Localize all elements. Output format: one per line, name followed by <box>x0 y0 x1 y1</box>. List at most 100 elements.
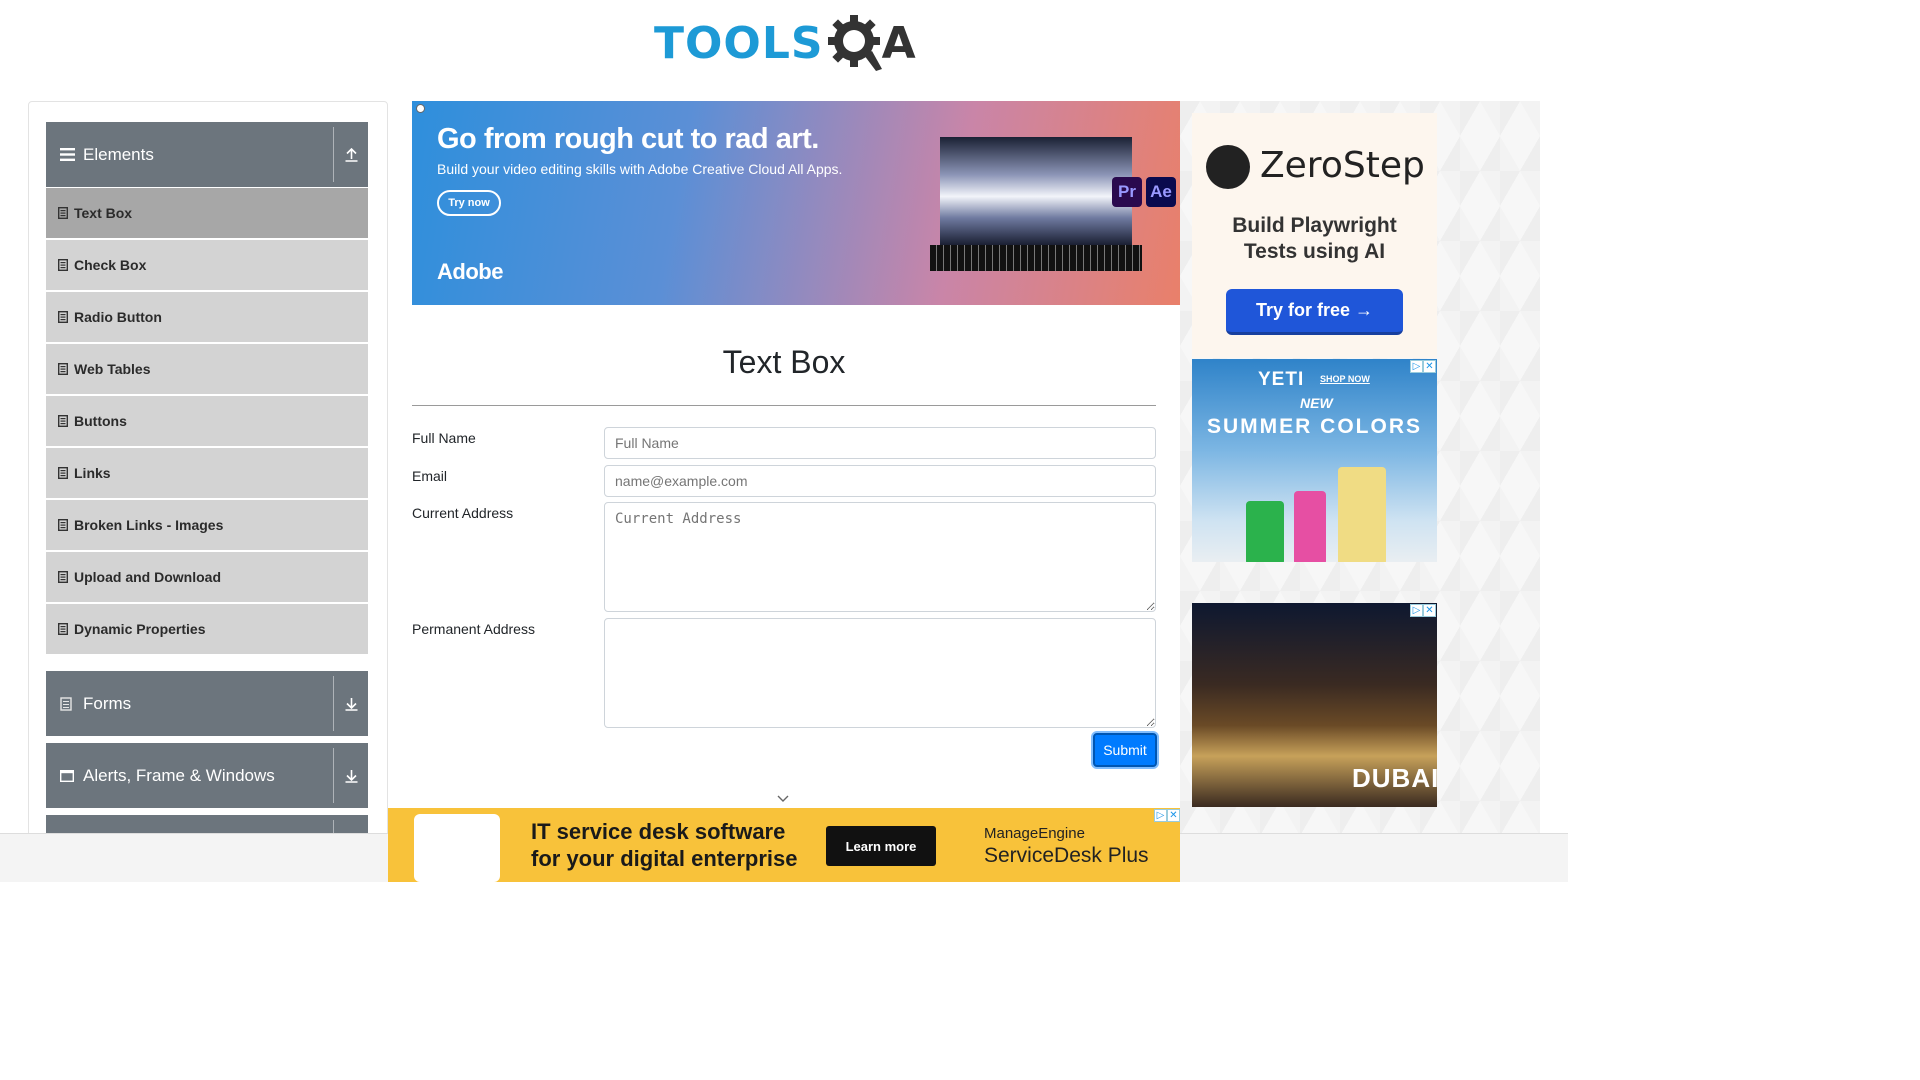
ad-illustration-image <box>414 814 500 882</box>
learn-more-button[interactable]: Learn more <box>826 826 936 866</box>
full-name-input[interactable] <box>604 427 1156 459</box>
green-tumbler-image <box>1246 501 1284 562</box>
sidebar-group-forms[interactable]: Forms <box>46 671 368 736</box>
sidebar-item-label: Dynamic Properties <box>74 621 206 637</box>
servicedesk-plus-brand: ServiceDesk Plus <box>984 844 1149 867</box>
yeti-title: SUMMER COLORS <box>1207 415 1422 438</box>
site-header: TOOLS A <box>0 0 1568 90</box>
sidebar-item-label: Buttons <box>74 413 127 429</box>
sidebar-group-label: Forms <box>83 693 132 713</box>
collapse-up-icon[interactable] <box>333 127 368 182</box>
email-input[interactable] <box>604 465 1156 497</box>
list-icon <box>58 415 68 427</box>
sidebar-item-label: Radio Button <box>74 309 162 325</box>
close-icon[interactable]: ✕ <box>1423 360 1436 373</box>
servicedesk-ad[interactable]: ▷ ✕ IT service desk software for your dig… <box>388 808 1180 882</box>
list-icon <box>58 207 68 219</box>
after-effects-icon: Ae <box>1146 177 1176 207</box>
current-address-textarea[interactable] <box>604 502 1156 612</box>
yeti-shop-now-link[interactable]: SHOP NOW <box>1320 374 1370 384</box>
hamburger-icon <box>60 148 78 161</box>
sidebar-item-web-tables[interactable]: Web Tables <box>46 344 368 394</box>
sidebar-item-label: Broken Links - Images <box>74 517 224 533</box>
zerostep-tagline-line2: Tests using AI <box>1243 240 1386 263</box>
sidebar-item-buttons[interactable]: Buttons <box>46 396 368 446</box>
list-icon <box>58 311 68 323</box>
sidebar: Elements Text Box Check Box Radio Button… <box>28 101 388 841</box>
pink-bottle-image <box>1294 491 1326 562</box>
yellow-mug-image <box>1338 467 1386 562</box>
sidebar-group-elements[interactable]: Elements <box>46 122 368 187</box>
gear-q-icon <box>827 15 882 71</box>
full-name-label: Full Name <box>412 430 476 446</box>
ad-close-controls[interactable]: ▷ ✕ <box>1154 809 1180 822</box>
logo-text-tools: TOOLS <box>654 17 824 69</box>
window-icon <box>60 769 78 782</box>
ad-headline: Go from rough cut to rad art. <box>437 123 819 155</box>
ad-choices-icon[interactable] <box>416 104 425 113</box>
manageengine-brand: ManageEngine <box>984 825 1085 842</box>
dubai-ad[interactable]: ▷ ✕ DUBAI <box>1192 603 1437 807</box>
list-icon <box>58 623 68 635</box>
list-icon <box>58 571 68 583</box>
sidebar-item-radio-button[interactable]: Radio Button <box>46 292 368 342</box>
yeti-ad[interactable]: ▷ ✕ YETI SHOP NOW NEW SUMMER COLORS <box>1192 359 1437 562</box>
ad-info-icon[interactable]: ▷ <box>1410 360 1423 373</box>
sidebar-item-label: Web Tables <box>74 361 151 377</box>
zerostep-ad[interactable]: ZeroStep Build Playwright Tests using AI… <box>1192 113 1437 358</box>
ad-close-controls[interactable]: ▷ ✕ <box>1410 360 1436 373</box>
sidebar-item-text-box[interactable]: Text Box <box>46 188 368 238</box>
sidebar-group-label: Alerts, Frame & Windows <box>83 765 275 785</box>
adobe-logo-text: Adobe <box>437 259 503 284</box>
zerostep-tagline-line1: Build Playwright <box>1232 214 1397 237</box>
list-icon <box>58 467 68 479</box>
sidebar-item-broken-links[interactable]: Broken Links - Images <box>46 500 368 550</box>
toolsqa-logo[interactable]: TOOLS A <box>654 12 918 74</box>
list-icon <box>58 519 68 531</box>
zerostep-tagline: Build Playwright Tests using AI <box>1192 213 1437 265</box>
list-icon <box>58 259 68 271</box>
bottom-ad-headline: IT service desk software for your digita… <box>531 818 798 872</box>
ad-timeline-graphic <box>930 245 1142 271</box>
sidebar-item-label: Check Box <box>74 257 147 273</box>
yeti-new-label: NEW <box>1300 395 1333 411</box>
sidebar-item-label: Links <box>74 465 111 481</box>
sidebar-item-label: Text Box <box>74 205 133 221</box>
yeti-brand: YETI <box>1258 369 1305 390</box>
ad-subtext: Build your video editing skills with Ado… <box>437 161 843 177</box>
expand-down-icon[interactable] <box>333 748 368 803</box>
bottom-ad-line2: for your digital enterprise <box>531 846 798 871</box>
zerostep-try-button[interactable]: Try for free → <box>1226 289 1403 335</box>
list-icon <box>58 363 68 375</box>
adobe-ad-banner[interactable]: Go from rough cut to rad art. Build your… <box>412 101 1180 305</box>
sidebar-item-upload-download[interactable]: Upload and Download <box>46 552 368 602</box>
logo-text-a: A <box>881 17 916 69</box>
sidebar-group-label: Elements <box>83 144 154 164</box>
ad-close-controls[interactable]: ▷ ✕ <box>1410 604 1436 617</box>
ad-info-icon[interactable]: ▷ <box>1410 604 1423 617</box>
ad-try-now-button[interactable]: Try now <box>437 190 501 216</box>
ad-info-icon[interactable]: ▷ <box>1154 809 1167 822</box>
page-title: Text Box <box>722 344 846 380</box>
zerostep-logo-icon <box>1206 145 1250 189</box>
zerostep-name: ZeroStep <box>1260 145 1425 186</box>
sidebar-item-check-box[interactable]: Check Box <box>46 240 368 290</box>
sidebar-group-alerts-frame-windows[interactable]: Alerts, Frame & Windows <box>46 743 368 808</box>
dubai-logo-text: DUBAI <box>1352 763 1437 793</box>
submit-button[interactable]: Submit <box>1093 733 1157 767</box>
email-label: Email <box>412 468 448 484</box>
expand-down-icon[interactable] <box>333 676 368 731</box>
current-address-label: Current Address <box>412 505 514 521</box>
document-icon <box>60 696 78 711</box>
ad-video-preview <box>940 137 1132 245</box>
permanent-address-textarea[interactable] <box>604 618 1156 728</box>
chevron-down-icon[interactable] <box>776 792 790 806</box>
permanent-address-label: Permanent Address <box>412 621 535 637</box>
close-icon[interactable]: ✕ <box>1423 604 1436 617</box>
sidebar-item-links[interactable]: Links <box>46 448 368 498</box>
sidebar-item-dynamic-properties[interactable]: Dynamic Properties <box>46 604 368 654</box>
sidebar-item-label: Upload and Download <box>74 569 221 585</box>
close-icon[interactable]: ✕ <box>1167 809 1180 822</box>
bottom-ad-line1: IT service desk software <box>531 819 786 844</box>
title-divider <box>412 405 1156 406</box>
